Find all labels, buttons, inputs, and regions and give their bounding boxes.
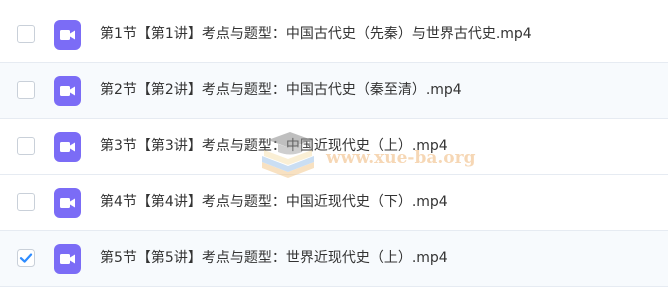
file-row[interactable]: 第1节【第1讲】考点与题型：中国古代史（先秦）与世界古代史.mp4 — [0, 7, 668, 63]
row-checkbox[interactable] — [17, 137, 35, 155]
file-row[interactable]: 第5节【第5讲】考点与题型：世界近现代史（上）.mp4 — [0, 231, 668, 287]
file-name[interactable]: 第2节【第2讲】考点与题型：中国古代史（秦至清）.mp4 — [100, 80, 462, 100]
file-name[interactable]: 第5节【第5讲】考点与题型：世界近现代史（上）.mp4 — [100, 248, 448, 268]
file-row[interactable]: 第3节【第3讲】考点与题型：中国近现代史（上）.mp4 — [0, 119, 668, 175]
video-file-icon — [54, 132, 81, 162]
video-file-icon — [54, 76, 81, 106]
row-checkbox[interactable] — [17, 193, 35, 211]
video-file-icon — [54, 20, 81, 50]
video-file-icon — [54, 188, 81, 218]
file-row[interactable]: 第4节【第4讲】考点与题型：中国近现代史（下）.mp4 — [0, 175, 668, 231]
file-list: 第1节【第1讲】考点与题型：中国古代史（先秦）与世界古代史.mp4 第2节【第2… — [0, 0, 668, 298]
file-row[interactable]: 第2节【第2讲】考点与题型：中国古代史（秦至清）.mp4 — [0, 63, 668, 119]
file-name[interactable]: 第4节【第4讲】考点与题型：中国近现代史（下）.mp4 — [100, 192, 448, 212]
row-checkbox[interactable] — [17, 25, 35, 43]
video-file-icon — [54, 244, 81, 274]
file-name[interactable]: 第1节【第1讲】考点与题型：中国古代史（先秦）与世界古代史.mp4 — [100, 24, 532, 44]
file-name[interactable]: 第3节【第3讲】考点与题型：中国近现代史（上）.mp4 — [100, 136, 448, 156]
row-checkbox-checked[interactable] — [17, 249, 35, 267]
row-checkbox[interactable] — [17, 81, 35, 99]
